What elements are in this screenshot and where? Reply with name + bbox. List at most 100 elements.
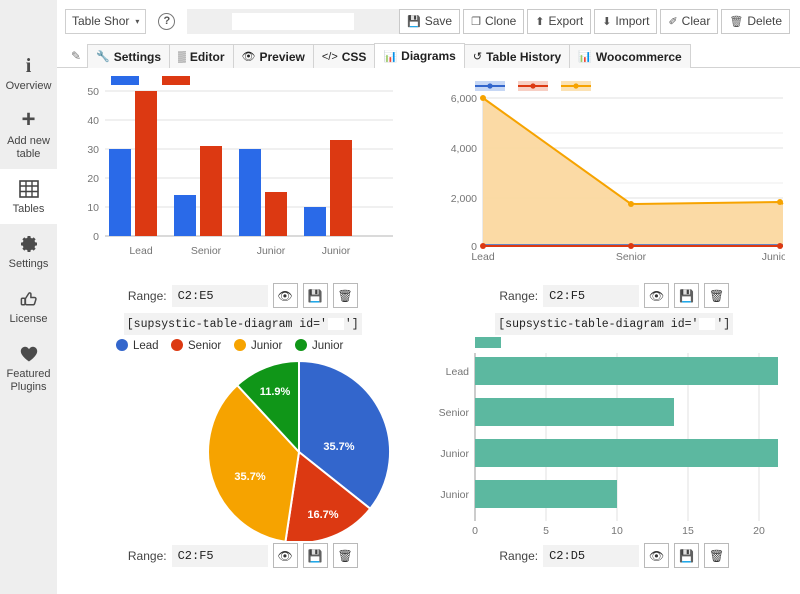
bars — [109, 91, 352, 236]
pie-label-senior: 16.7% — [307, 509, 338, 521]
svg-text:15: 15 — [682, 525, 694, 537]
main-content: Table Shor ▾ ? 💾 Save ❐ Clone ⬆ Export ⬇… — [57, 0, 800, 594]
clone-icon: ❐ — [471, 15, 481, 28]
chart-icon: 📊 — [578, 51, 592, 63]
svg-text:Junior: Junior — [257, 245, 286, 257]
area-chart-panel: 6,000 4,000 2,000 0 Lead Senior Junio Ra… — [429, 74, 800, 335]
preview-diagram-button[interactable]: 👁 — [644, 283, 670, 308]
tab-preview[interactable]: 👁 Preview — [232, 44, 314, 68]
svg-text:Senior: Senior — [191, 245, 222, 257]
pie-label-junior-2: 11.9% — [260, 386, 291, 398]
import-button[interactable]: ⬇ Import — [594, 8, 658, 34]
import-icon: ⬇ — [602, 15, 612, 28]
column-chart-panel: 50 40 30 20 10 0 Lead Senior Junior Juni… — [57, 74, 429, 335]
trash-icon: 🗑 — [708, 288, 725, 303]
shortcode-prefix: [supsystic-table-diagram id=' — [126, 317, 327, 331]
tab-woocommerce[interactable]: 📊 Woocommerce — [569, 44, 691, 68]
code-icon: </> — [321, 50, 338, 63]
delete-button[interactable]: 🗑 Delete — [721, 8, 790, 34]
svg-text:50: 50 — [87, 86, 99, 98]
tab-css[interactable]: </> CSS — [312, 44, 376, 68]
preview-diagram-button[interactable]: 👁 — [272, 283, 298, 308]
delete-diagram-button[interactable]: 🗑 — [704, 543, 730, 568]
save-diagram-button[interactable]: 💾 — [674, 283, 700, 308]
bar-lead-2 — [174, 195, 196, 236]
delete-diagram-button[interactable]: 🗑 — [704, 283, 730, 308]
range-label: Range: — [499, 288, 539, 303]
range-input[interactable] — [171, 284, 268, 307]
pencil-icon[interactable]: ✎ — [65, 49, 87, 67]
preview-diagram-button[interactable]: 👁 — [272, 543, 298, 568]
column-chart-svg: 50 40 30 20 10 0 Lead Senior Junior Juni… — [87, 76, 393, 257]
sidebar-item-overview[interactable]: i Overview — [0, 46, 57, 101]
clone-button[interactable]: ❐ Clone — [463, 8, 525, 34]
save-button[interactable]: 💾 Save — [399, 8, 461, 34]
preview-diagram-button[interactable]: 👁 — [644, 543, 670, 568]
eye-icon: 👁 — [241, 51, 256, 63]
trash-icon: 🗑 — [729, 15, 744, 28]
wrench-icon: 🔧 — [96, 51, 110, 63]
tab-settings[interactable]: 🔧 Settings — [87, 44, 171, 68]
bar-senior-2 — [200, 146, 222, 236]
sidebar-item-label: License — [9, 313, 48, 325]
save-diagram-button[interactable]: 💾 — [302, 543, 328, 568]
range-input[interactable] — [543, 284, 640, 307]
legend-dot-lead — [116, 339, 128, 351]
shortcode-field[interactable]: [supsystic-table-diagram id=' '] — [123, 313, 362, 335]
tab-editor-label: Editor — [189, 49, 225, 64]
tab-woocommerce-label: Woocommerce — [595, 49, 682, 64]
svg-text:20: 20 — [87, 173, 99, 185]
thumbs-up-icon — [2, 288, 55, 310]
pie-chart: Lead Senior Junior Junior 35.7% 16.7% 35… — [63, 335, 423, 541]
save-diagram-button[interactable]: 💾 — [674, 543, 700, 568]
tab-editor[interactable]: ▒ Editor — [169, 44, 234, 68]
legend-swatch-series — [474, 337, 501, 348]
range-label: Range: — [127, 548, 167, 563]
sidebar-item-license[interactable]: License — [0, 279, 57, 334]
bar-senior-1 — [135, 91, 157, 236]
bar-lead-4 — [304, 207, 326, 236]
tab-css-label: CSS — [341, 49, 367, 64]
bar-senior — [474, 398, 674, 426]
clear-button[interactable]: ✐ Clear — [660, 8, 719, 34]
shortcode-prefix: [supsystic-table-diagram id=' — [498, 317, 699, 331]
sidebar-item-add-new-table[interactable]: + Add new table — [0, 101, 57, 169]
info-icon: i — [25, 55, 32, 77]
tab-diagrams[interactable]: 📊 Diagrams — [374, 43, 465, 68]
shortcode-id-blank[interactable] — [327, 318, 344, 330]
svg-text:5: 5 — [543, 525, 549, 537]
gear-icon — [2, 233, 55, 255]
table-shortcode-select-label: Table Shor — [72, 14, 130, 28]
trash-icon: 🗑 — [708, 548, 725, 563]
save-icon: 💾 — [307, 288, 323, 303]
plus-icon: + — [21, 106, 36, 133]
sidebar-item-label: Overview — [5, 80, 52, 92]
shortcode-field[interactable]: [supsystic-table-diagram id=' '] — [495, 313, 734, 335]
sidebar-item-featured-plugins[interactable]: Featured Plugins — [0, 334, 57, 402]
search-input[interactable] — [232, 12, 355, 30]
x-axis-ticks: 0 5 10 15 20 — [472, 525, 765, 537]
sidebar-item-tables[interactable]: Tables — [0, 169, 57, 224]
trash-icon: 🗑 — [337, 288, 353, 303]
tab-bar: ✎ 🔧 Settings ▒ Editor 👁 Preview </> CSS … — [57, 42, 800, 68]
heart-icon — [2, 343, 55, 365]
legend — [474, 81, 591, 91]
sidebar-item-settings[interactable]: Settings — [0, 224, 57, 279]
grid-icon: ▒ — [178, 50, 186, 63]
export-button[interactable]: ⬆ Export — [527, 8, 592, 34]
range-input[interactable] — [171, 544, 268, 567]
save-diagram-button[interactable]: 💾 — [302, 283, 328, 308]
help-icon[interactable]: ? — [158, 12, 176, 30]
bar-lead-3 — [239, 149, 261, 236]
delete-diagram-button[interactable]: 🗑 — [332, 543, 358, 568]
shortcode-id-blank[interactable] — [699, 318, 716, 330]
legend-dot-junior-2 — [295, 339, 307, 351]
range-input[interactable] — [543, 544, 640, 567]
tab-table-history[interactable]: ↺ Table History — [463, 44, 571, 68]
save-icon: 💾 — [679, 548, 695, 563]
legend-label-lead: Lead — [133, 340, 159, 352]
table-shortcode-select[interactable]: Table Shor ▾ — [65, 8, 147, 34]
legend-label-senior: Senior — [188, 340, 221, 352]
delete-diagram-button[interactable]: 🗑 — [332, 283, 358, 308]
action-buttons: 💾 Save ❐ Clone ⬆ Export ⬇ Import ✐ Clear… — [399, 8, 794, 34]
